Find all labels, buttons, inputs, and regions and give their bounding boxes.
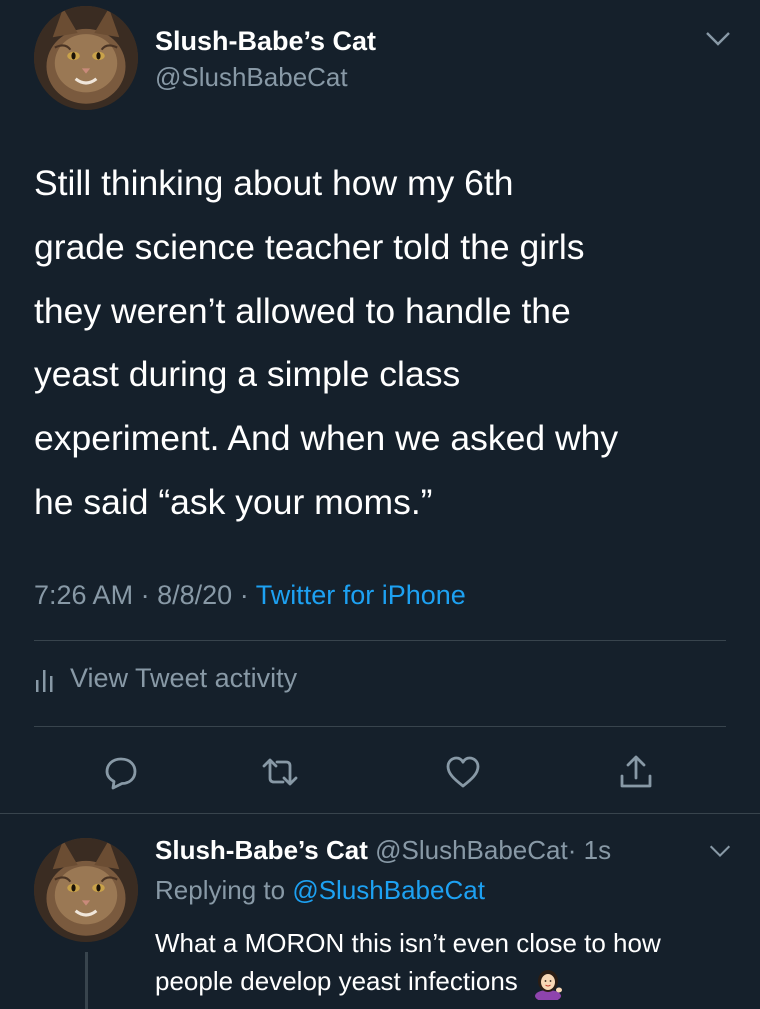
activity-chart-icon [36,669,53,692]
reply-text-body: What a MORON this isn’t even close to ho… [155,928,661,996]
cat-avatar-image [34,838,138,942]
reply-icon [105,757,137,790]
replying-to: Replying to @SlushBabeCat [155,875,485,906]
tweet-text: Still thinking about how my 6th grade sc… [34,163,619,522]
divider [34,640,726,641]
reply-button[interactable] [99,750,143,794]
retweet-icon [262,758,298,786]
woman-tipping-hand-emoji [535,970,563,1001]
cat-avatar-image [34,6,138,110]
divider [34,726,726,727]
share-button[interactable] [614,750,658,794]
chevron-down-icon[interactable] [708,842,732,859]
mention-link[interactable]: @SlushBabeCat [292,875,485,905]
tweet-source-link[interactable]: Twitter for iPhone [256,580,466,610]
author-handle[interactable]: @SlushBabeCat [375,835,568,865]
activity-label: View Tweet activity [70,663,298,693]
thread-line [85,952,88,1009]
meta-separator: · [239,580,249,610]
like-button[interactable] [441,750,485,794]
tweet-time: 7:26 AM [34,580,134,610]
reply-text: What a MORON this isn’t even close to ho… [155,924,735,1001]
meta-separator: · [567,835,577,865]
avatar[interactable] [34,6,138,110]
tweet-age: 1s [583,835,612,865]
share-icon [620,755,652,788]
meta-separator: · [140,580,150,610]
tweet-date: 8/8/20 [157,580,233,610]
divider [0,813,760,814]
replying-prefix: Replying to [155,875,286,905]
author-name[interactable]: Slush-Babe’s Cat [155,26,376,57]
author-name[interactable]: Slush-Babe’s Cat [155,835,368,865]
like-icon [446,756,480,788]
view-activity-button[interactable]: View Tweet activity [34,663,297,694]
avatar[interactable] [34,838,138,942]
reply-header: Slush-Babe’s Cat @SlushBabeCat· 1s [155,835,611,866]
chevron-down-icon[interactable] [704,28,732,48]
author-handle[interactable]: @SlushBabeCat [155,62,348,93]
retweet-button[interactable] [258,750,302,794]
tweet-meta: 7:26 AM · 8/8/20 · Twitter for iPhone [34,580,466,611]
